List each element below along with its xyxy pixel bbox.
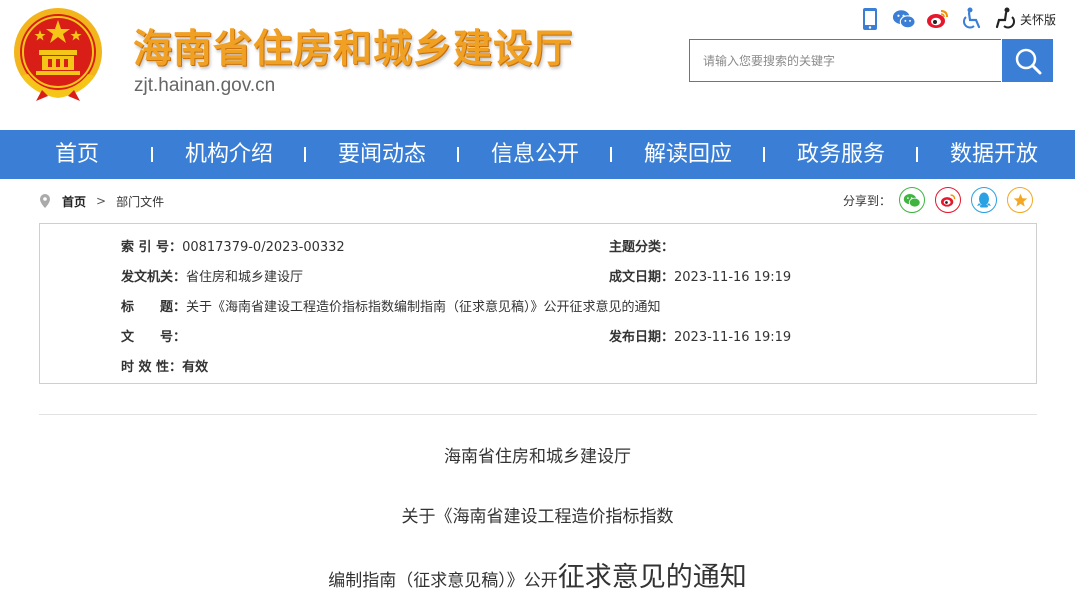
share-weibo-button[interactable] — [935, 187, 962, 213]
elder-care-icon[interactable] — [994, 7, 1018, 31]
meta-created-value: 2023-11-16 19:19 — [674, 270, 792, 285]
star-icon — [1013, 193, 1027, 206]
nav-separator — [610, 147, 612, 162]
share-qzone-button[interactable] — [1007, 187, 1034, 213]
meta-issuer-row: 发文机关：省住房和城乡建设厅 — [121, 266, 303, 285]
nav-item-open-data[interactable]: 数据开放 — [950, 130, 1038, 179]
meta-validity-label: 时 效 性： — [121, 360, 183, 375]
meta-docno-label: 文 号： — [121, 330, 187, 345]
meta-issuer-label: 发文机关： — [121, 270, 187, 285]
meta-published-label: 发布日期： — [609, 330, 675, 345]
search-input[interactable] — [689, 39, 1001, 82]
article-title-text-1: 关于《海南省建设工程造价指标指数 — [401, 507, 674, 527]
nav-item-disclosure[interactable]: 信息公开 — [491, 130, 579, 179]
location-pin-icon — [40, 194, 50, 208]
search-button[interactable] — [1002, 39, 1053, 82]
nav-item-about[interactable]: 机构介绍 — [185, 130, 273, 179]
mobile-icon[interactable] — [858, 7, 882, 31]
share-bar: 分享到： — [843, 187, 1043, 213]
meta-index-row: 索 引 号：00817379-0/2023-00332 — [121, 236, 345, 255]
site-url[interactable]: zjt.hainan.gov.cn — [134, 75, 275, 97]
article-title-line-2: 编制指南（征求意见稿）》公开征求意见的通知 — [0, 555, 1075, 594]
breadcrumb-separator: > — [96, 194, 107, 208]
care-mode-link[interactable]: 关怀版 — [1020, 11, 1056, 28]
site-header: 海南省住房和城乡建设厅 zjt.hainan.gov.cn 关怀版 — [0, 0, 1075, 130]
meta-title-label: 标 题： — [121, 300, 187, 315]
content-divider — [39, 414, 1037, 415]
meta-published-row: 发布日期：2023-11-16 19:19 — [609, 326, 791, 345]
meta-published-value: 2023-11-16 19:19 — [674, 330, 792, 345]
weibo-icon — [940, 193, 955, 207]
article-title-text-3: 征求意见的通知 — [557, 562, 747, 593]
qq-icon — [977, 192, 992, 208]
share-wechat-button[interactable] — [899, 187, 926, 213]
meta-index-label: 索 引 号： — [121, 240, 183, 255]
meta-created-label: 成文日期： — [609, 270, 675, 285]
nav-item-home[interactable]: 首页 — [55, 130, 99, 179]
meta-validity-row: 时 效 性：有效 — [121, 356, 208, 375]
meta-topic-row: 主题分类： — [609, 236, 674, 255]
weibo-icon[interactable] — [926, 7, 950, 31]
meta-docno-row: 文 号： — [121, 326, 186, 345]
share-label: 分享到： — [843, 193, 892, 208]
meta-issuer-value: 省住房和城乡建设厅 — [186, 270, 304, 285]
breadcrumb-current[interactable]: 部门文件 — [116, 193, 164, 210]
top-icon-bar: 关怀版 — [858, 6, 1056, 32]
meta-title-row: 标 题：关于《海南省建设工程造价指标指数编制指南（征求意见稿）》公开征求意见的通… — [121, 296, 661, 315]
article-title-text-2: 编制指南（征求意见稿）》公开 — [328, 571, 558, 591]
main-navigation: 首页 机构介绍 要闻动态 信息公开 解读回应 政务服务 数据开放 — [0, 130, 1075, 179]
nav-item-services[interactable]: 政务服务 — [797, 130, 885, 179]
breadcrumb: 首页 > 部门文件 — [40, 190, 164, 212]
share-qq-button[interactable] — [971, 187, 998, 213]
meta-index-value: 00817379-0/2023-00332 — [182, 240, 345, 255]
national-emblem-icon[interactable] — [12, 6, 104, 102]
nav-separator — [457, 147, 459, 162]
wechat-icon[interactable] — [892, 7, 916, 31]
breadcrumb-home[interactable]: 首页 — [62, 193, 86, 210]
nav-separator — [304, 147, 306, 162]
meta-created-row: 成文日期：2023-11-16 19:19 — [609, 266, 791, 285]
meta-validity-value: 有效 — [182, 360, 209, 375]
nav-separator — [763, 147, 765, 162]
meta-title-value: 关于《海南省建设工程造价指标指数编制指南（征求意见稿）》公开征求意见的通知 — [186, 300, 661, 315]
article-issuer-line: 海南省住房和城乡建设厅 — [444, 447, 631, 467]
search-icon — [1015, 48, 1041, 74]
document-metadata-box: 索 引 号：00817379-0/2023-00332 主题分类： 发文机关：省… — [39, 223, 1037, 384]
meta-topic-label: 主题分类： — [609, 240, 675, 255]
wechat-icon — [903, 193, 921, 207]
nav-item-news[interactable]: 要闻动态 — [338, 130, 426, 179]
nav-separator — [916, 147, 918, 162]
accessibility-icon[interactable] — [960, 7, 984, 31]
site-title[interactable]: 海南省住房和城乡建设厅 — [133, 18, 573, 74]
article-title-line-1: 关于《海南省建设工程造价指标指数 — [0, 502, 1075, 527]
nav-item-interpretation[interactable]: 解读回应 — [644, 130, 732, 179]
nav-separator — [151, 147, 153, 162]
